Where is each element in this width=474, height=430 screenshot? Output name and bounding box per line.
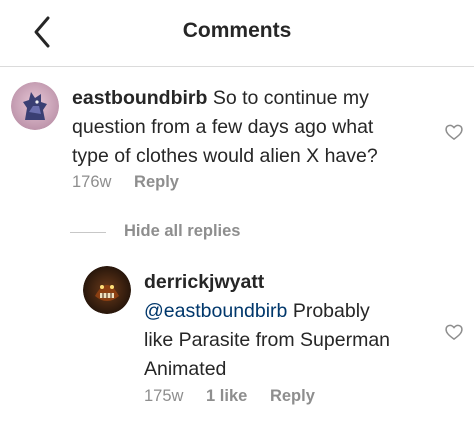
- reply-button[interactable]: Reply: [134, 173, 179, 191]
- like-reply-button[interactable]: [444, 322, 464, 342]
- reply-button[interactable]: Reply: [270, 387, 315, 405]
- comment-text-line: So to continue my: [212, 87, 369, 109]
- likes-count[interactable]: 1 like: [206, 387, 247, 405]
- comment-meta: 176w Reply: [72, 173, 197, 192]
- comment-username[interactable]: eastboundbirb: [72, 87, 207, 109]
- heart-outline-icon: [445, 124, 463, 140]
- reply-meta: 175w 1 like Reply: [144, 387, 333, 406]
- reply-text-line: like Parasite from Superman: [144, 329, 391, 351]
- reply-text-line: Animated: [144, 358, 227, 380]
- avatar[interactable]: [83, 266, 131, 314]
- reply-body: derrickjwyatt @eastboundbirb Probably li…: [144, 268, 444, 384]
- mention-link[interactable]: @eastboundbirb: [144, 300, 287, 322]
- comment-text-line: type of clothes would alien X have?: [72, 145, 378, 167]
- reply-age: 175w: [144, 387, 184, 405]
- reply-text-line: Probably: [292, 300, 370, 322]
- comments-header: Comments: [0, 0, 474, 67]
- hide-replies-button[interactable]: Hide all replies: [124, 222, 240, 241]
- heart-outline-icon: [445, 324, 463, 340]
- reply-username[interactable]: derrickjwyatt: [144, 271, 264, 293]
- like-comment-button[interactable]: [444, 122, 464, 142]
- divider: [70, 232, 106, 233]
- comment-age: 176w: [72, 173, 112, 191]
- comment-body: eastboundbirb So to continue my question…: [72, 84, 442, 171]
- avatar[interactable]: [11, 82, 59, 130]
- page-title: Comments: [182, 19, 292, 42]
- comment-text-line: question from a few days ago what: [72, 116, 374, 138]
